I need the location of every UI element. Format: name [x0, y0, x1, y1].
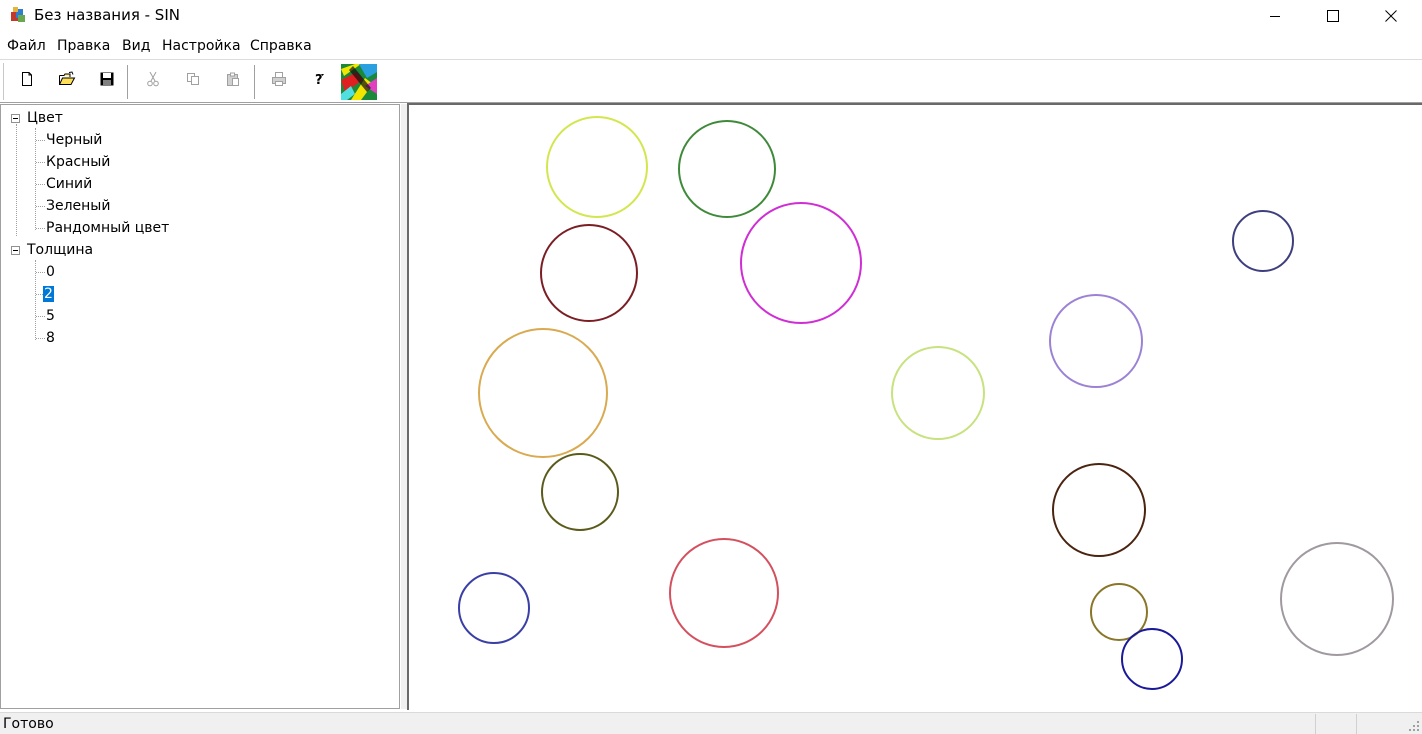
drawn-circle — [458, 572, 530, 644]
menu-help[interactable]: Справка — [250, 38, 312, 54]
status-text: Готово — [3, 716, 54, 732]
drawn-circle — [740, 202, 862, 324]
tree-item-label: 5 — [46, 308, 55, 324]
drawn-circle — [1121, 628, 1183, 690]
tree-connector — [36, 316, 45, 317]
save-icon — [100, 72, 114, 86]
tree-node-color-label: Цвет — [27, 110, 63, 126]
menu-edit[interactable]: Правка — [57, 38, 110, 54]
tree-node-thickness[interactable]: Толщина — [26, 240, 94, 260]
tree-item-label: Черный — [46, 132, 103, 148]
minimize-button[interactable] — [1246, 0, 1304, 31]
tree-item-label: 8 — [46, 330, 55, 346]
minimize-icon — [1270, 15, 1280, 17]
drawn-circle — [669, 538, 779, 648]
tree-connector — [36, 338, 45, 339]
random-color-button[interactable] — [340, 63, 377, 101]
tree-item-color-black[interactable]: Черный — [45, 130, 103, 150]
tree-connector — [36, 162, 45, 163]
menu-view[interactable]: Вид — [122, 38, 150, 54]
close-button[interactable] — [1362, 0, 1420, 31]
tree-item-thickness-2[interactable]: 2 — [43, 284, 54, 304]
menu-settings[interactable]: Настройка — [162, 38, 241, 54]
tree-item-label: Зеленый — [46, 198, 111, 214]
maximize-button[interactable] — [1304, 0, 1362, 31]
help-icon: ? — [315, 73, 324, 87]
tree-item-thickness-5[interactable]: 5 — [45, 306, 56, 326]
tree-item-color-random[interactable]: Рандомный цвет — [45, 218, 170, 238]
random-color-image-icon — [340, 64, 377, 100]
tree-connector — [36, 228, 45, 229]
tree-node-color[interactable]: Цвет — [26, 108, 64, 128]
tree-connector — [36, 140, 45, 141]
new-file-button[interactable] — [15, 66, 39, 92]
print-icon — [272, 72, 286, 86]
tree-item-color-blue[interactable]: Синий — [45, 174, 93, 194]
tree-item-color-red[interactable]: Красный — [45, 152, 111, 172]
drawn-circle — [1232, 210, 1294, 272]
copy-button[interactable] — [181, 66, 205, 92]
tree-item-label: Синий — [46, 176, 93, 192]
title-bar: Без названия - SIN — [0, 0, 1422, 33]
tree-item-thickness-8[interactable]: 8 — [45, 328, 56, 348]
tree-connector — [36, 272, 45, 273]
open-button[interactable] — [55, 66, 79, 92]
save-button[interactable] — [95, 66, 119, 92]
paste-icon — [227, 72, 239, 86]
cut-icon — [147, 71, 159, 87]
toolbar: ? — [0, 60, 1422, 103]
toolbar-separator — [254, 65, 258, 99]
new-file-icon — [22, 72, 32, 86]
tree-connector — [36, 206, 45, 207]
tree-connector — [36, 184, 45, 185]
tree-node-thickness-label: Толщина — [27, 242, 94, 258]
app-icon — [11, 7, 25, 22]
toolbar-grip[interactable] — [3, 63, 8, 100]
drawn-circle — [1052, 463, 1146, 557]
tree-item-label: Красный — [46, 154, 111, 170]
menu-file[interactable]: Файл — [7, 38, 46, 54]
drawn-circle — [546, 116, 648, 218]
tree-item-label-selected: 2 — [43, 286, 54, 302]
copy-icon — [187, 73, 199, 85]
help-button[interactable]: ? — [307, 66, 331, 92]
drawn-circle — [478, 328, 608, 458]
tree-view[interactable]: Цвет Черный Красный Синий Зеленый Рандом… — [0, 104, 400, 709]
status-bar: Готово — [0, 712, 1422, 734]
collapse-color-icon[interactable] — [11, 114, 20, 123]
svg-text:?: ? — [315, 73, 323, 87]
drawn-circle — [678, 120, 776, 218]
tree-connector — [16, 124, 17, 236]
cut-button[interactable] — [141, 66, 165, 92]
open-folder-icon — [59, 71, 76, 85]
toolbar-separator — [127, 65, 131, 99]
drawn-circle — [1049, 294, 1143, 388]
window-title: Без названия - SIN — [34, 6, 180, 24]
canvas-drawing — [458, 116, 1394, 690]
tree-item-thickness-0[interactable]: 0 — [45, 262, 56, 282]
drawn-circle — [891, 346, 985, 440]
status-pane — [1356, 714, 1397, 734]
drawn-circle — [1280, 542, 1394, 656]
maximize-icon — [1327, 9, 1339, 22]
status-pane — [1315, 714, 1356, 734]
resize-grip-icon[interactable] — [1408, 720, 1420, 732]
collapse-thickness-icon[interactable] — [11, 246, 20, 255]
tree-connector — [36, 294, 43, 295]
drawn-circle — [541, 453, 619, 531]
tree-item-color-green[interactable]: Зеленый — [45, 196, 111, 216]
print-button[interactable] — [267, 66, 291, 92]
menu-bar: Файл Правка Вид Настройка Справка — [0, 36, 1422, 58]
close-icon — [1385, 9, 1397, 22]
tree-item-label: 0 — [46, 264, 55, 280]
tree-connector — [35, 128, 36, 230]
paste-button[interactable] — [221, 66, 245, 92]
drawn-circle — [540, 224, 638, 322]
tree-item-label: Рандомный цвет — [46, 220, 170, 236]
drawing-canvas[interactable] — [407, 103, 1422, 710]
